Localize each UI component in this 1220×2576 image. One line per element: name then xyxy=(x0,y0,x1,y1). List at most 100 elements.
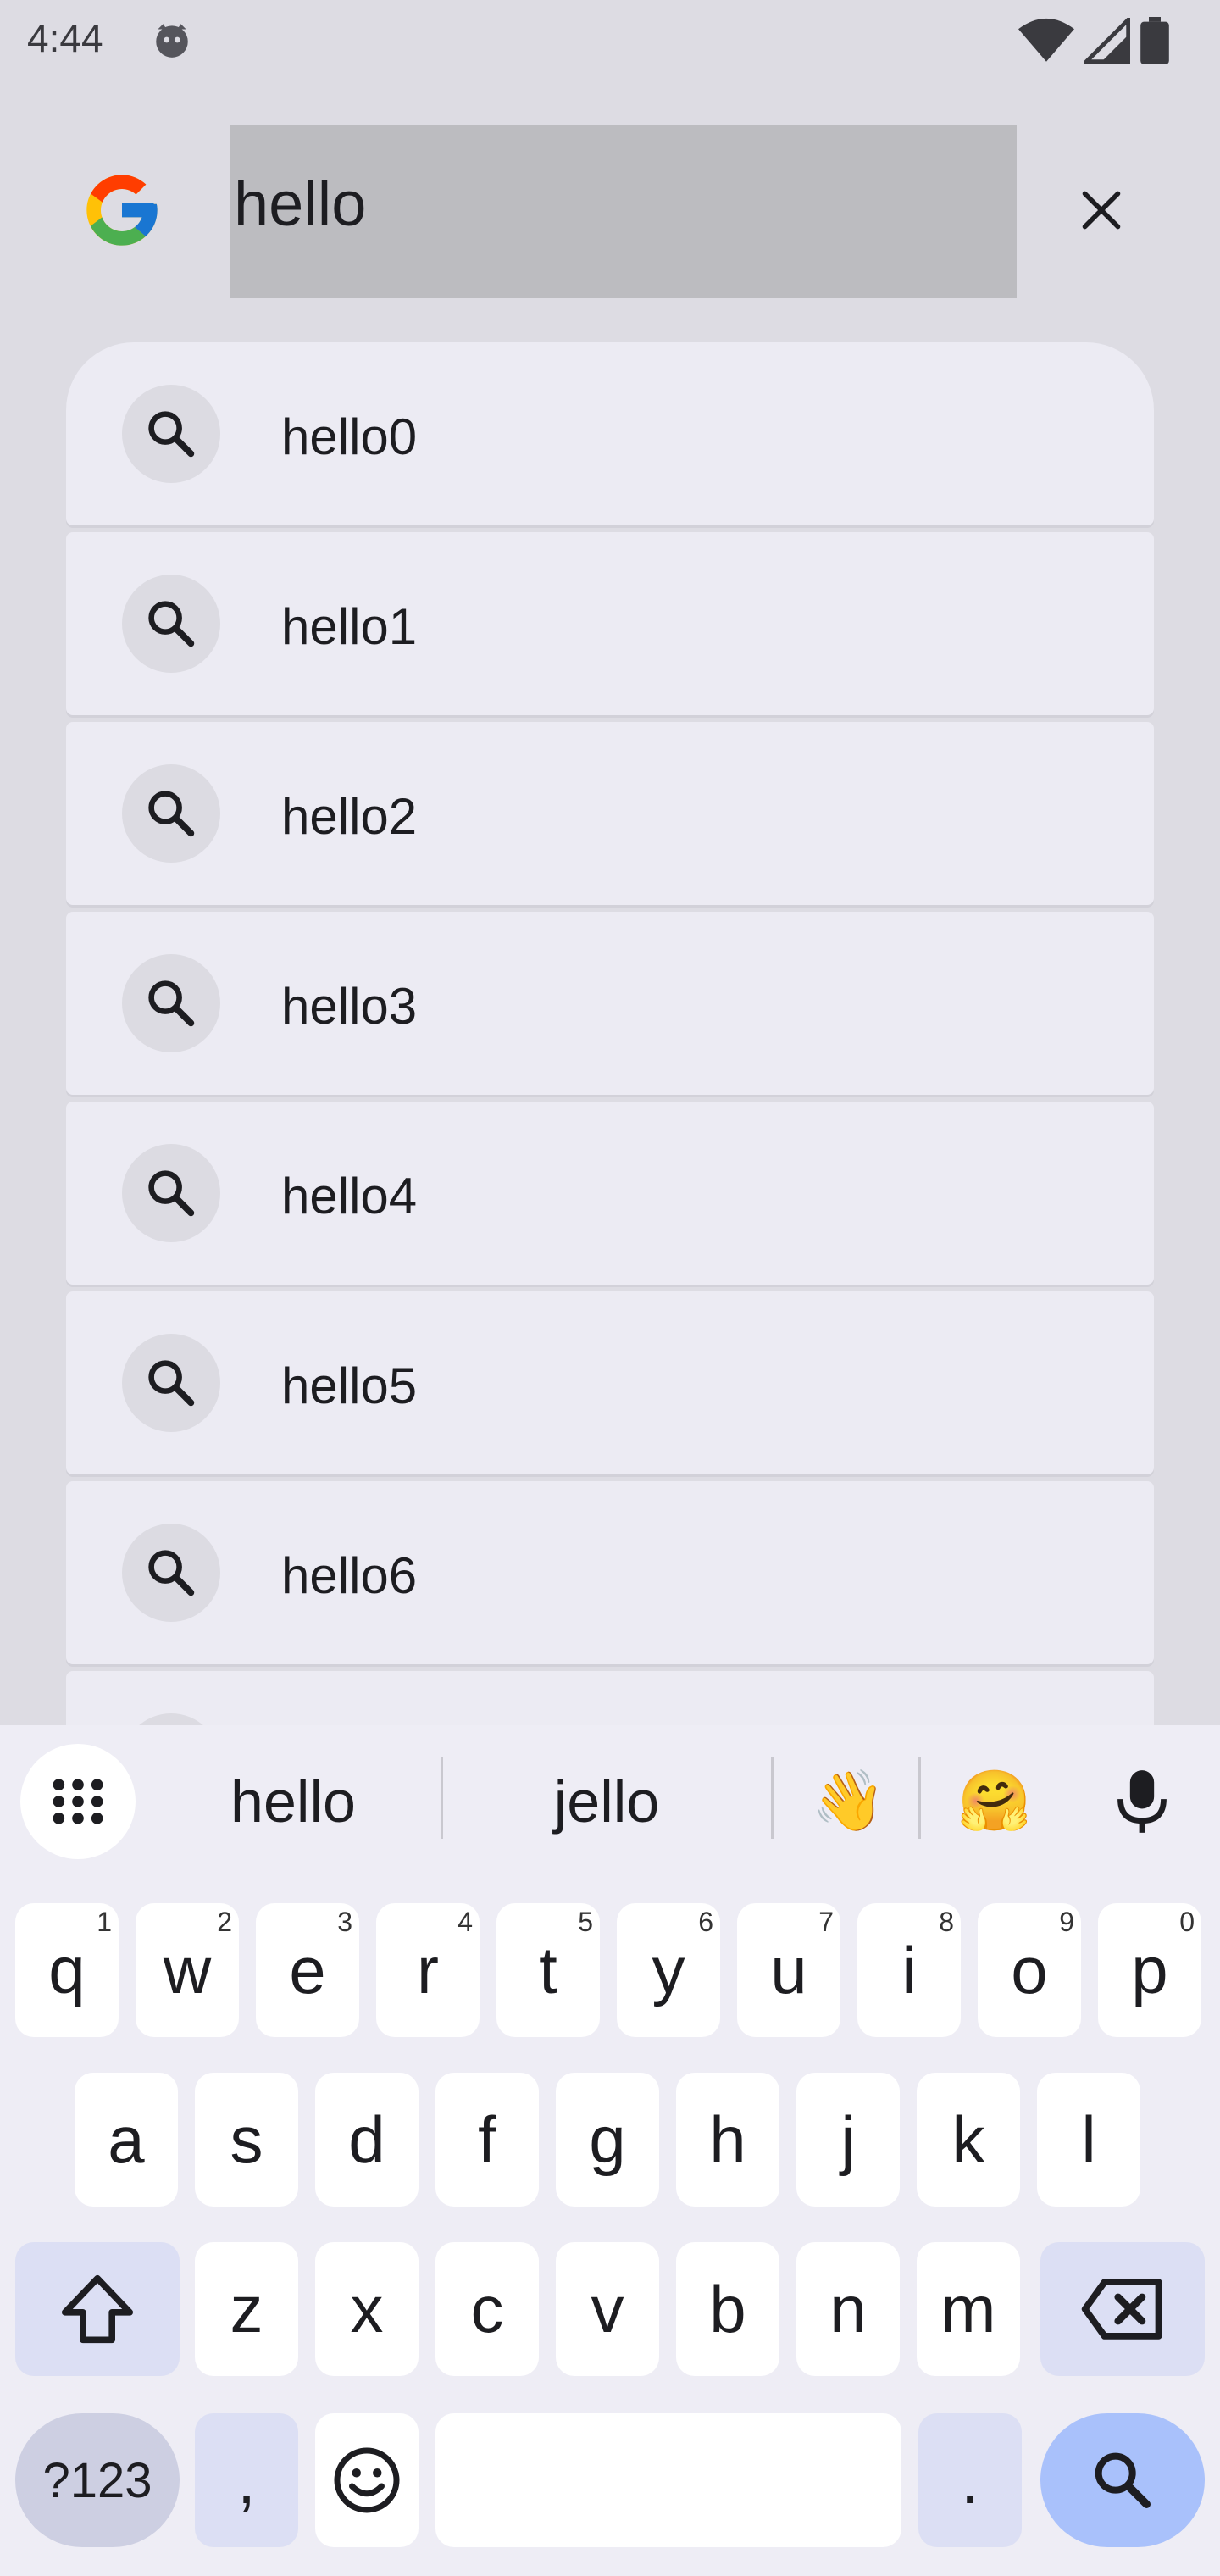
suggestion-item[interactable]: hello1 xyxy=(66,532,1154,715)
key-k[interactable]: k xyxy=(917,2073,1020,2207)
comma-key[interactable]: , xyxy=(195,2413,298,2547)
key-f[interactable]: f xyxy=(435,2073,539,2207)
key-label: t xyxy=(539,1932,557,2007)
key-hint: 9 xyxy=(1059,1907,1074,1937)
close-icon xyxy=(1082,191,1121,230)
suggestion-label: hello4 xyxy=(281,1168,418,1224)
search-bar: hello xyxy=(0,125,1220,298)
key-a[interactable]: a xyxy=(75,2073,178,2207)
candidate-emoji-hug[interactable]: 🤗 xyxy=(947,1759,1042,1844)
key-g[interactable]: g xyxy=(556,2073,659,2207)
suggestion-label: hello6 xyxy=(281,1547,418,1604)
candidate-divider xyxy=(441,1757,443,1839)
suggestion-item[interactable]: hello4 xyxy=(66,1102,1154,1285)
candidate-word[interactable]: jello xyxy=(474,1759,739,1844)
key-m[interactable]: m xyxy=(917,2242,1020,2376)
search-input[interactable]: hello xyxy=(230,125,1017,298)
key-b[interactable]: b xyxy=(676,2242,779,2376)
status-icons xyxy=(1018,17,1169,64)
suggestion-label: hello1 xyxy=(281,598,418,655)
suggestion-item[interactable]: hello2 xyxy=(66,722,1154,905)
wifi-icon xyxy=(1018,18,1074,62)
key-label: p xyxy=(1131,1932,1168,2007)
suggestion-item[interactable] xyxy=(66,1671,1154,1725)
key-t[interactable]: t5 xyxy=(496,1903,600,2037)
key-label: e xyxy=(289,1932,326,2007)
emoji-key[interactable] xyxy=(315,2413,419,2547)
key-y[interactable]: y6 xyxy=(617,1903,720,2037)
microphone-icon xyxy=(1117,1770,1167,1833)
search-enter-key[interactable] xyxy=(1040,2413,1205,2547)
key-e[interactable]: e3 xyxy=(256,1903,359,2037)
key-label: y xyxy=(652,1932,685,2007)
shift-key[interactable] xyxy=(15,2242,180,2376)
key-hint: 2 xyxy=(217,1907,232,1937)
key-v[interactable]: v xyxy=(556,2242,659,2376)
key-hint: 7 xyxy=(818,1907,834,1937)
key-d[interactable]: d xyxy=(315,2073,419,2207)
key-i[interactable]: i8 xyxy=(857,1903,961,2037)
key-label: u xyxy=(770,1932,807,2007)
key-x[interactable]: x xyxy=(315,2242,419,2376)
symbols-key[interactable]: ?123 xyxy=(15,2413,180,2547)
key-label: r xyxy=(417,1932,439,2007)
backspace-key[interactable] xyxy=(1040,2242,1205,2376)
suggestion-item[interactable]: hello3 xyxy=(66,912,1154,1095)
key-q[interactable]: q1 xyxy=(15,1903,119,2037)
status-time: 4:44 xyxy=(27,16,103,60)
key-h[interactable]: h xyxy=(676,2073,779,2207)
key-u[interactable]: u7 xyxy=(737,1903,840,2037)
suggestion-list: hello0 hello1 hello2 hello3 hello4 hello… xyxy=(66,342,1154,1725)
key-l[interactable]: l xyxy=(1037,2073,1140,2207)
voice-input-button[interactable] xyxy=(1101,1759,1183,1844)
key-hint: 4 xyxy=(458,1907,473,1937)
keyboard-suggestion-strip: hello jello 👋 🤗 xyxy=(0,1725,1220,1881)
google-logo xyxy=(86,175,158,246)
clear-search-button[interactable] xyxy=(1068,176,1135,244)
shift-icon xyxy=(62,2274,133,2344)
space-key[interactable] xyxy=(435,2413,901,2547)
status-bar: 4:44 xyxy=(0,0,1220,81)
candidate-divider xyxy=(918,1757,921,1839)
search-icon xyxy=(122,385,220,483)
cat-notification-icon xyxy=(156,24,188,58)
key-j[interactable]: j xyxy=(796,2073,900,2207)
search-query-text: hello xyxy=(234,169,367,239)
keyboard-apps-button[interactable] xyxy=(20,1744,136,1859)
grid-icon xyxy=(53,1779,103,1824)
suggestion-label: hello5 xyxy=(281,1357,418,1414)
key-o[interactable]: o9 xyxy=(978,1903,1081,2037)
key-w[interactable]: w2 xyxy=(136,1903,239,2037)
battery-icon xyxy=(1140,17,1169,64)
search-icon xyxy=(122,1144,220,1242)
key-label: w xyxy=(163,1932,212,2007)
key-label: i xyxy=(901,1932,917,2007)
suggestion-item[interactable]: hello5 xyxy=(66,1291,1154,1474)
suggestion-label: hello0 xyxy=(281,408,418,465)
key-s[interactable]: s xyxy=(195,2073,298,2207)
key-hint: 0 xyxy=(1179,1907,1195,1937)
key-r[interactable]: r4 xyxy=(376,1903,480,2037)
key-n[interactable]: n xyxy=(796,2242,900,2376)
key-z[interactable]: z xyxy=(195,2242,298,2376)
key-hint: 8 xyxy=(939,1907,954,1937)
candidate-emoji-wave[interactable]: 👋 xyxy=(801,1759,896,1844)
signal-icon xyxy=(1084,18,1130,64)
search-icon xyxy=(122,1524,220,1622)
key-p[interactable]: p0 xyxy=(1098,1903,1201,2037)
search-icon xyxy=(122,575,220,673)
suggestion-item[interactable]: hello6 xyxy=(66,1481,1154,1664)
smiley-icon xyxy=(334,2447,400,2513)
search-icon xyxy=(122,764,220,863)
candidate-word[interactable]: hello xyxy=(166,1759,420,1844)
keyboard: hello jello 👋 🤗 q1 w2 e3 r4 t5 y6 u7 i8 … xyxy=(0,1725,1220,2576)
key-c[interactable]: c xyxy=(435,2242,539,2376)
suggestion-label: hello3 xyxy=(281,978,418,1035)
period-key[interactable]: . xyxy=(918,2413,1022,2547)
search-icon xyxy=(1095,2452,1151,2508)
key-label: q xyxy=(48,1932,86,2007)
search-icon xyxy=(122,1334,220,1432)
backspace-icon xyxy=(1081,2279,1162,2340)
suggestion-item[interactable]: hello0 xyxy=(66,342,1154,525)
key-hint: 3 xyxy=(337,1907,352,1937)
